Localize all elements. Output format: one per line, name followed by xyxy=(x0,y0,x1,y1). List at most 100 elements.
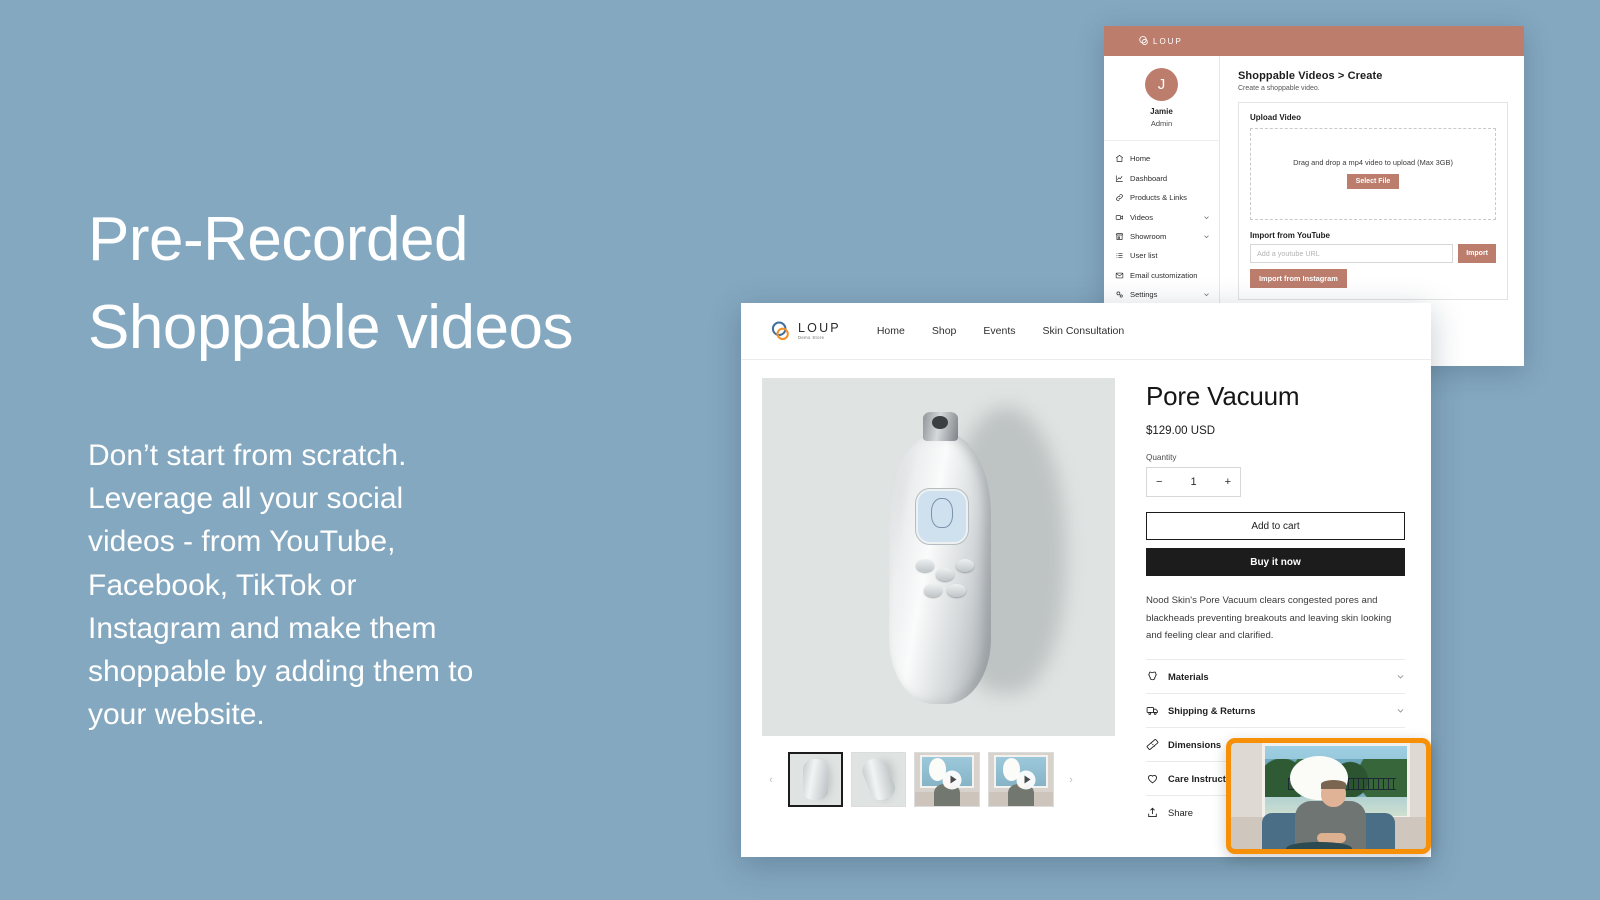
sidebar-item-dashboard[interactable]: Dashboard xyxy=(1104,169,1219,188)
avatar: J xyxy=(1145,68,1178,101)
fabric-icon xyxy=(1147,671,1158,681)
accordion-label-materials: Materials xyxy=(1168,671,1209,683)
sidebar-item-settings[interactable]: Settings xyxy=(1104,285,1219,304)
thumbnail-image-2[interactable] xyxy=(851,752,906,807)
sidebar-label-showroom: Showroom xyxy=(1130,231,1167,241)
sidebar-item-email-customization[interactable]: Email customization xyxy=(1104,266,1219,285)
sidebar-label-home: Home xyxy=(1130,154,1151,164)
chevron-down-icon[interactable] xyxy=(1203,291,1210,298)
quantity-decrement-button[interactable]: − xyxy=(1156,476,1162,488)
heart-icon xyxy=(1148,775,1157,784)
product-price: $129.00 USD xyxy=(1146,425,1216,437)
sidebar-item-showroom[interactable]: Showroom xyxy=(1104,227,1219,246)
video-camera-icon xyxy=(1115,214,1124,220)
sidebar-item-user-list[interactable]: User list xyxy=(1104,246,1219,265)
upload-video-label: Upload Video xyxy=(1250,112,1301,122)
admin-logo-wordmark: LOUP xyxy=(1153,36,1183,46)
link-icon xyxy=(1116,194,1123,201)
nav-link-events[interactable]: Events xyxy=(983,325,1015,337)
chevron-down-icon[interactable] xyxy=(1203,233,1210,240)
thumbnail-video-2[interactable] xyxy=(988,752,1054,807)
admin-nav: Home Dashboard Products & Links Videos S… xyxy=(1104,141,1219,304)
admin-logo[interactable]: LOUP xyxy=(1138,35,1183,47)
upload-video-card: Upload Video Drag and drop a mp4 video t… xyxy=(1238,101,1508,300)
admin-page-subtitle: Create a shoppable video. xyxy=(1238,84,1320,92)
sidebar-label-dashboard: Dashboard xyxy=(1130,173,1168,183)
admin-topbar: LOUP xyxy=(1104,26,1524,56)
carousel-next-button[interactable]: › xyxy=(1062,774,1080,786)
pore-vacuum-nozzle xyxy=(922,412,958,441)
video-dropzone[interactable]: Drag and drop a mp4 video to upload (Max… xyxy=(1250,127,1496,220)
buy-it-now-button[interactable]: Buy it now xyxy=(1146,548,1405,576)
sidebar-label-videos: Videos xyxy=(1130,212,1154,222)
quantity-stepper[interactable]: − 1 + xyxy=(1146,467,1241,497)
share-icon xyxy=(1148,807,1157,818)
chevron-down-icon[interactable] xyxy=(1396,706,1405,715)
page-title: Pre-Recorded Shoppable videos xyxy=(88,205,573,363)
video-table xyxy=(1285,841,1352,849)
mail-icon xyxy=(1115,272,1124,278)
pore-vacuum-screen xyxy=(915,488,969,545)
nav-link-skin-consultation[interactable]: Skin Consultation xyxy=(1043,325,1125,337)
play-icon[interactable] xyxy=(942,770,962,789)
thumb-device xyxy=(858,755,899,804)
store-logo-wordmark: LOUP xyxy=(798,320,841,335)
select-file-button[interactable]: Select File xyxy=(1346,174,1400,189)
accordion-materials[interactable]: Materials xyxy=(1146,659,1405,693)
store-logo-tagline: Demo Store xyxy=(798,334,825,340)
dropzone-instructions: Drag and drop a mp4 video to upload (Max… xyxy=(1293,158,1453,167)
nav-link-shop[interactable]: Shop xyxy=(932,325,957,337)
store-nav: Home Shop Events Skin Consultation xyxy=(877,325,1124,337)
product-title: Pore Vacuum xyxy=(1146,381,1300,411)
gears-icon xyxy=(1116,291,1123,298)
thumbnail-carousel: ‹ › xyxy=(762,752,1141,807)
youtube-import-button[interactable]: Import xyxy=(1458,243,1496,263)
chevron-down-icon[interactable] xyxy=(1203,214,1210,221)
accordion-shipping-returns[interactable]: Shipping & Returns xyxy=(1146,693,1405,727)
sidebar-label-settings: Settings xyxy=(1130,290,1158,300)
device-button xyxy=(956,558,975,572)
store-icon xyxy=(1115,233,1124,240)
store-logo[interactable]: LOUP Demo Store xyxy=(769,319,841,344)
sidebar-item-products-links[interactable]: Products & Links xyxy=(1104,188,1219,207)
hero-copy: Pre-Recorded Shoppable videos Don’t star… xyxy=(88,196,708,736)
sidebar-item-home[interactable]: Home xyxy=(1104,149,1219,168)
thumb-device xyxy=(803,759,828,800)
quantity-label: Quantity xyxy=(1146,453,1177,462)
video-person-hair xyxy=(1320,780,1347,789)
quantity-increment-button[interactable]: + xyxy=(1225,476,1231,488)
add-to-cart-button[interactable]: Add to cart xyxy=(1146,512,1405,540)
product-main-image[interactable] xyxy=(762,378,1115,736)
youtube-url-input[interactable] xyxy=(1250,243,1454,263)
loup-glyph-icon xyxy=(1139,36,1148,46)
thumbnail-video-1[interactable] xyxy=(914,752,980,807)
sidebar-item-videos[interactable]: Videos xyxy=(1104,207,1219,226)
home-icon xyxy=(1115,155,1124,163)
truck-icon xyxy=(1146,707,1158,716)
product-gallery: ‹ › xyxy=(741,378,1141,829)
device-button xyxy=(923,583,943,597)
chart-icon xyxy=(1115,175,1123,182)
accordion-label-shipping-returns: Shipping & Returns xyxy=(1168,705,1256,717)
list-icon xyxy=(1116,253,1123,259)
product-description: Nood Skin's Pore Vacuum clears congested… xyxy=(1146,595,1392,642)
sidebar-label-user-list: User list xyxy=(1130,251,1158,261)
device-button xyxy=(947,583,966,597)
shoppable-video-overlay[interactable] xyxy=(1226,738,1431,854)
admin-user-name: Jamie xyxy=(1150,107,1173,116)
nav-link-home[interactable]: Home xyxy=(877,325,905,337)
loup-glyph-icon xyxy=(771,321,789,340)
carousel-prev-button[interactable]: ‹ xyxy=(762,774,780,786)
screen-face-graphic xyxy=(931,498,953,529)
hero-description: Don’t start from scratch. Leverage all y… xyxy=(88,439,474,732)
chevron-down-icon[interactable] xyxy=(1396,672,1405,681)
admin-user-block[interactable]: J Jamie Admin xyxy=(1104,68,1219,142)
store-header: LOUP Demo Store Home Shop Events Skin Co… xyxy=(741,303,1431,360)
instagram-import-button[interactable]: Import from Instagram xyxy=(1250,268,1347,288)
device-button xyxy=(915,558,934,572)
sidebar-label-products-links: Products & Links xyxy=(1130,193,1187,203)
thumbnail-image-1[interactable] xyxy=(788,752,843,807)
admin-user-role: Admin xyxy=(1150,119,1173,128)
sidebar-label-email-customization: Email customization xyxy=(1130,270,1198,280)
play-icon[interactable] xyxy=(1016,770,1036,789)
